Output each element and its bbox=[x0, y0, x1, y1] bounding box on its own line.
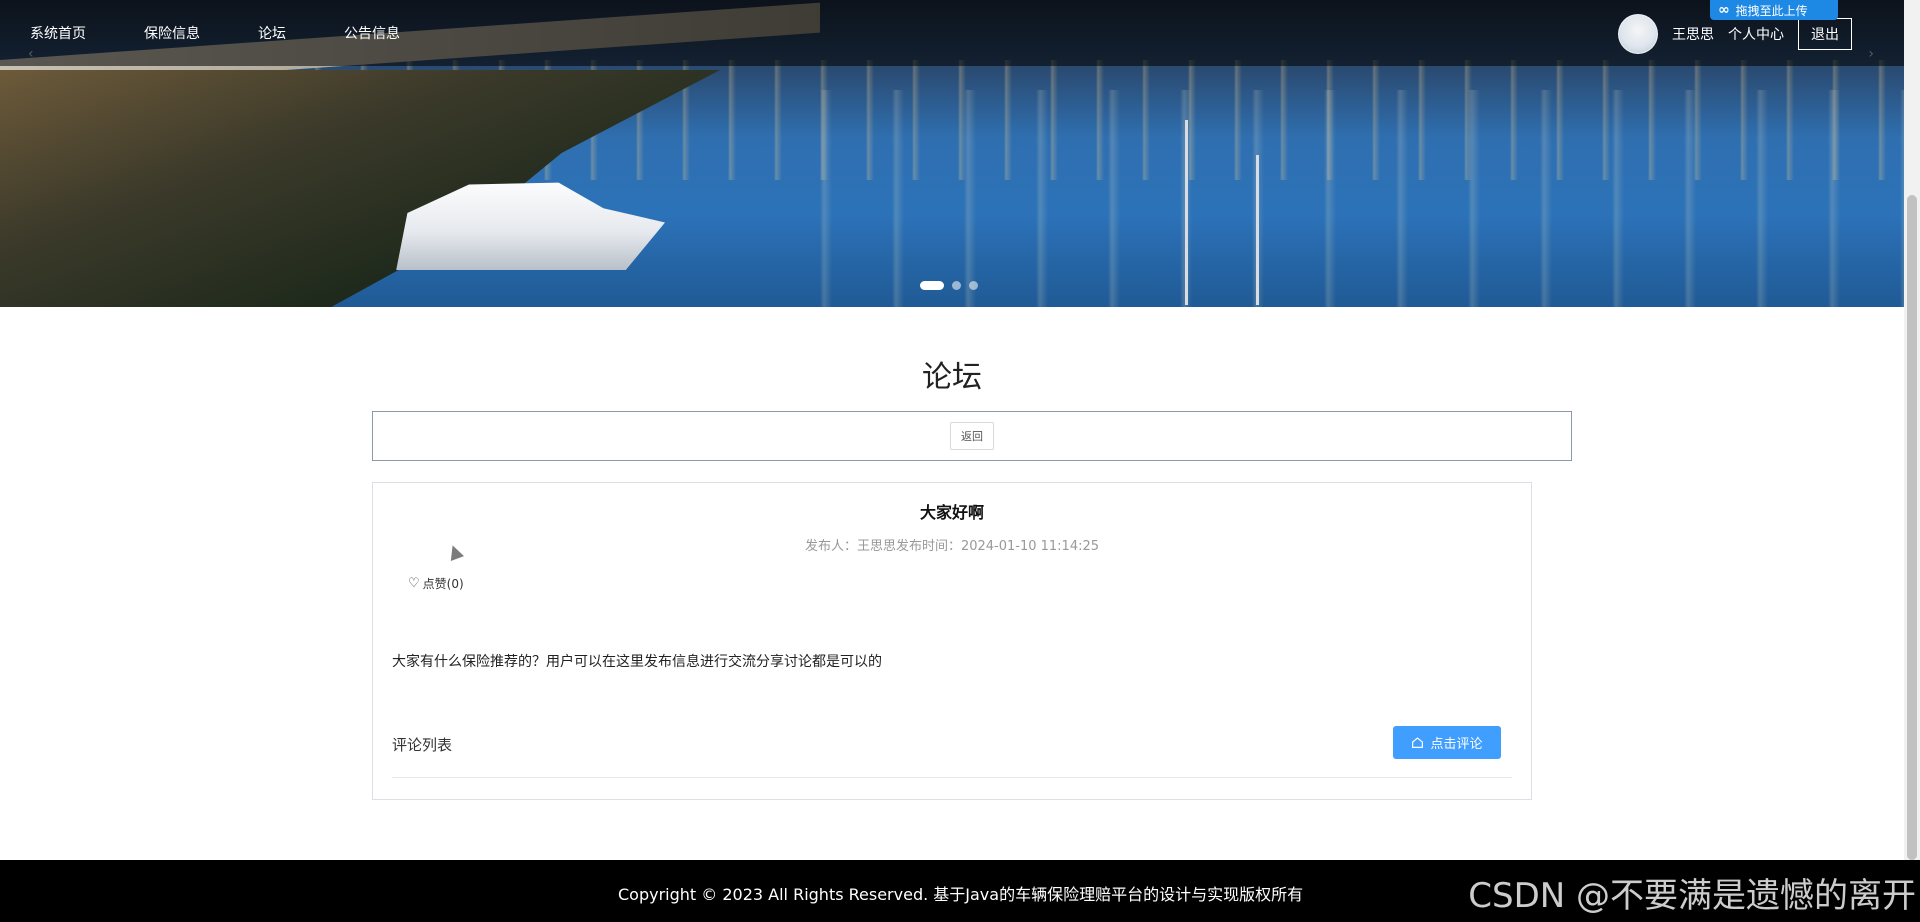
water-reflection-decoration bbox=[760, 90, 1904, 307]
post-body: 大家有什么保险推荐的？用户可以在这里发布信息进行交流分享讨论都是可以的 bbox=[392, 654, 882, 670]
carousel-dot-1[interactable] bbox=[920, 281, 944, 290]
nav-item-home[interactable]: 系统首页 bbox=[30, 23, 86, 43]
personal-center-link[interactable]: 个人中心 bbox=[1728, 24, 1784, 44]
infinity-icon: ∞ bbox=[1718, 2, 1730, 18]
upload-badge-label: 拖拽至此上传 bbox=[1735, 3, 1808, 18]
footer: Copyright © 2023 All Rights Reserved. 基于… bbox=[0, 860, 1920, 922]
comment-list-label: 评论列表 bbox=[392, 736, 453, 754]
heart-icon: ♡ bbox=[408, 576, 420, 591]
avatar[interactable] bbox=[1618, 14, 1658, 54]
page-title: 论坛 bbox=[922, 360, 982, 395]
comment-button[interactable]: 点击评论 bbox=[1393, 726, 1501, 759]
username[interactable]: 王思思 bbox=[1672, 24, 1714, 44]
nav-item-announcements[interactable]: 公告信息 bbox=[344, 23, 400, 43]
like-label: 点赞(0) bbox=[422, 577, 464, 591]
back-button[interactable]: 返回 bbox=[950, 422, 994, 450]
mast-decoration bbox=[1256, 155, 1259, 305]
comment-button-label: 点击评论 bbox=[1430, 737, 1483, 752]
watermark: CSDN @不要满是遗憾的离开 bbox=[1468, 876, 1916, 916]
back-bar: 返回 bbox=[372, 411, 1572, 461]
carousel-indicators bbox=[920, 281, 978, 290]
top-navbar: 系统首页 保险信息 论坛 公告信息 王思思 个人中心 退出 bbox=[0, 0, 1904, 66]
carousel-dot-3[interactable] bbox=[969, 281, 978, 290]
footer-copyright: Copyright © 2023 All Rights Reserved. 基于… bbox=[618, 885, 1304, 904]
main-nav: 系统首页 保险信息 论坛 公告信息 bbox=[30, 0, 400, 66]
like-button[interactable]: ♡ 点赞(0) bbox=[408, 575, 464, 592]
post-meta: 发布人：王思思发布时间：2024-01-10 11:14:25 bbox=[804, 539, 1100, 554]
mast-decoration bbox=[1185, 120, 1188, 305]
carousel-dot-2[interactable] bbox=[952, 281, 961, 290]
post-card: 大家好啊 发布人：王思思发布时间：2024-01-10 11:14:25 ♡ 点… bbox=[372, 482, 1532, 800]
user-area: 王思思 个人中心 退出 bbox=[1618, 14, 1852, 54]
divider bbox=[392, 777, 1512, 778]
nav-item-forum[interactable]: 论坛 bbox=[258, 23, 286, 43]
page-scrollbar[interactable] bbox=[1904, 0, 1920, 860]
nav-item-insurance[interactable]: 保险信息 bbox=[144, 23, 200, 43]
logout-button[interactable]: 退出 bbox=[1798, 18, 1852, 50]
home-icon bbox=[1412, 737, 1424, 748]
shoreline-decoration bbox=[0, 70, 720, 307]
scrollbar-thumb[interactable] bbox=[1907, 195, 1917, 860]
upload-badge[interactable]: ∞ 拖拽至此上传 bbox=[1710, 0, 1838, 20]
post-title: 大家好啊 bbox=[919, 503, 984, 522]
